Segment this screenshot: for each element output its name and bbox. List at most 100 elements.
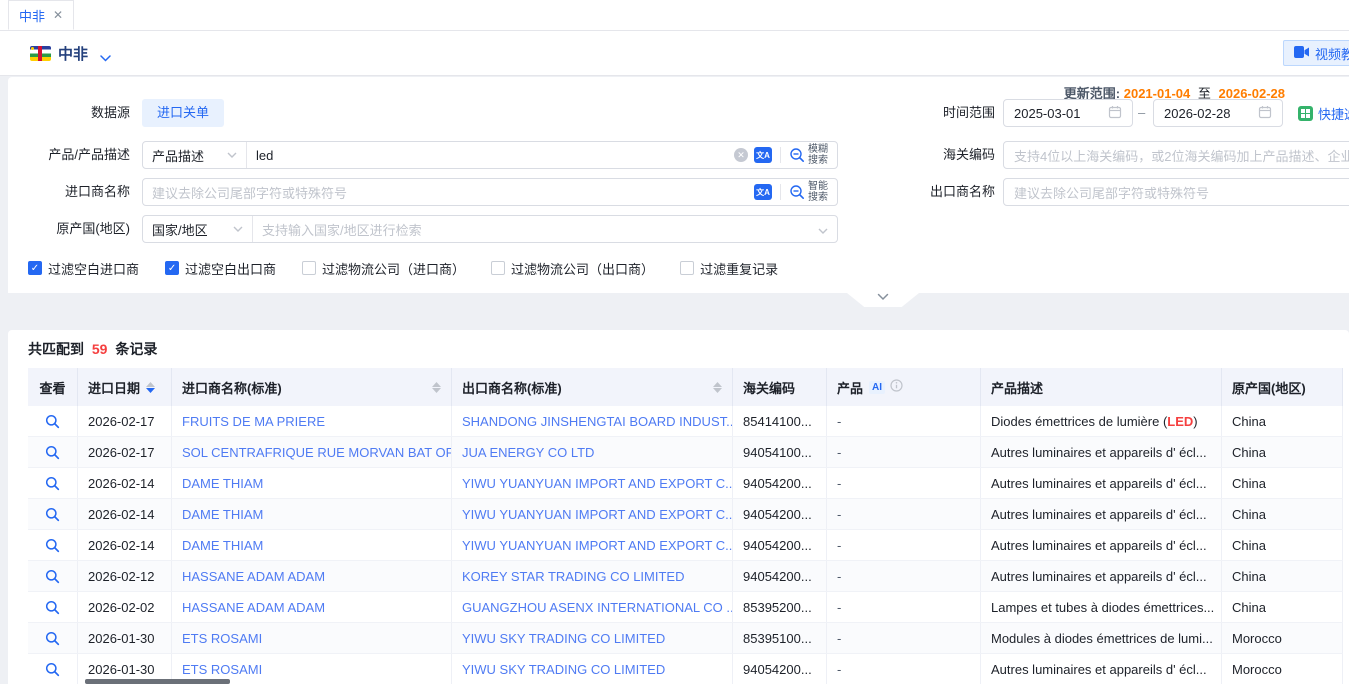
result-count-number: 59 bbox=[92, 341, 108, 357]
checkbox-box[interactable]: ✓ bbox=[165, 261, 179, 275]
exporter-input[interactable]: 建议去除公司尾部字符或特殊符号 bbox=[1003, 178, 1349, 206]
view-record-button[interactable] bbox=[28, 468, 77, 498]
view-record-button[interactable] bbox=[28, 406, 77, 436]
result-count-prefix: 共匹配到 bbox=[28, 341, 84, 357]
tab-central-africa[interactable]: 中非 ✕ bbox=[8, 0, 74, 30]
video-tutorial-button[interactable]: 视频教程 bbox=[1283, 40, 1349, 66]
exporter-placeholder: 建议去除公司尾部字符或特殊符号 bbox=[1014, 183, 1209, 202]
table-row: 2026-02-17 FRUITS DE MA PRIERE SHANDONG … bbox=[28, 406, 1343, 437]
app: { "colors": {"accent": "#2468f2", "orang… bbox=[0, 0, 1349, 684]
translate-icon[interactable]: 文A bbox=[754, 184, 772, 200]
importer-link[interactable]: FRUITS DE MA PRIERE bbox=[182, 414, 325, 429]
importer-link[interactable]: HASSANE ADAM ADAM bbox=[182, 600, 325, 615]
product-desc-cell: Autres luminaires et appareils d' écl... bbox=[981, 437, 1222, 467]
import-date-cell: 2026-02-02 bbox=[78, 592, 172, 622]
importer-link[interactable]: ETS ROSAMI bbox=[182, 631, 262, 646]
filter-checkbox[interactable]: ✓ 过滤空白进口商 bbox=[28, 259, 139, 278]
form-row-datasource: 数据源 进口关单 时间范围 2025-03-01 – 2026-02-28 快捷… bbox=[8, 99, 1349, 127]
calendar-icon[interactable] bbox=[1258, 105, 1272, 122]
hs-code-input[interactable]: 支持4位以上海关编码，或2位海关编码加上产品描述、企业名称的 bbox=[1003, 141, 1349, 169]
col-header-import-date[interactable]: 进口日期 bbox=[78, 368, 172, 406]
origin-input[interactable]: 支持输入国家/地区进行检索 bbox=[253, 220, 818, 239]
checkbox-label: 过滤物流公司（进口商） bbox=[322, 259, 465, 278]
filter-checkbox[interactable]: 过滤重复记录 bbox=[680, 259, 778, 278]
translate-icon[interactable]: 文A bbox=[754, 147, 772, 163]
date-to-input[interactable]: 2026-02-28 bbox=[1153, 99, 1283, 127]
info-icon[interactable] bbox=[890, 379, 903, 395]
results-panel: 共匹配到 59 条记录 查看 进口日期 进口商名称(标准) 出口商名称 bbox=[8, 330, 1349, 684]
video-icon bbox=[1294, 46, 1310, 61]
table-row: 2026-02-14 DAME THIAM YIWU YUANYUAN IMPO… bbox=[28, 530, 1343, 561]
search-icon bbox=[45, 600, 60, 615]
exporter-link[interactable]: YIWU SKY TRADING CO LIMITED bbox=[462, 662, 665, 677]
exporter-link[interactable]: KOREY STAR TRADING CO LIMITED bbox=[462, 569, 684, 584]
chevron-down-icon[interactable] bbox=[100, 50, 111, 65]
view-record-button[interactable] bbox=[28, 561, 77, 591]
table-horizontal-scrollbar-thumb[interactable] bbox=[85, 679, 230, 684]
exporter-link[interactable]: YIWU YUANYUAN IMPORT AND EXPORT C... bbox=[462, 507, 733, 522]
importer-link[interactable]: SOL CENTRAFRIQUE RUE MORVAN BAT OF... bbox=[182, 445, 452, 460]
search-icon bbox=[45, 631, 60, 646]
product-type-select[interactable]: 产品描述 bbox=[143, 142, 247, 168]
fuzzy-search-label-line1: 模糊 bbox=[808, 144, 828, 155]
view-record-button[interactable] bbox=[28, 592, 77, 622]
view-record-button[interactable] bbox=[28, 437, 77, 467]
product-ai-cell: - bbox=[827, 530, 981, 560]
view-record-button[interactable] bbox=[28, 530, 77, 560]
filter-checkbox[interactable]: ✓ 过滤空白出口商 bbox=[165, 259, 276, 278]
checkbox-box[interactable] bbox=[680, 261, 694, 275]
chevron-down-icon[interactable] bbox=[818, 222, 837, 237]
time-range-label: 时间范围 bbox=[870, 99, 995, 127]
tab-title: 中非 bbox=[19, 6, 45, 25]
origin-type-select[interactable]: 国家/地区 bbox=[143, 216, 253, 242]
date-from-input[interactable]: 2025-03-01 bbox=[1003, 99, 1133, 127]
importer-link[interactable]: DAME THIAM bbox=[182, 538, 263, 553]
smart-search-button[interactable]: 智能 搜索 bbox=[789, 181, 837, 203]
exporter-link[interactable]: JUA ENERGY CO LTD bbox=[462, 445, 594, 460]
clear-input-icon[interactable]: ✕ bbox=[734, 148, 748, 162]
checkbox-label: 过滤重复记录 bbox=[700, 259, 778, 278]
view-record-button[interactable] bbox=[28, 499, 77, 529]
collapse-panel-handle[interactable] bbox=[847, 293, 919, 307]
exporter-link[interactable]: YIWU YUANYUAN IMPORT AND EXPORT C... bbox=[462, 476, 733, 491]
col-header-exporter[interactable]: 出口商名称(标准) bbox=[452, 368, 733, 406]
filter-checkbox[interactable]: 过滤物流公司（出口商） bbox=[491, 259, 654, 278]
exporter-link[interactable]: SHANDONG JINSHENGTAI BOARD INDUST... bbox=[462, 414, 733, 429]
sort-icon[interactable] bbox=[432, 382, 441, 393]
importer-link[interactable]: DAME THIAM bbox=[182, 476, 263, 491]
importer-link[interactable]: ETS ROSAMI bbox=[182, 662, 262, 677]
col-header-origin: 原产国(地区) bbox=[1222, 368, 1343, 406]
checkbox-box[interactable] bbox=[302, 261, 316, 275]
view-record-button[interactable] bbox=[28, 654, 77, 684]
calendar-icon[interactable] bbox=[1108, 105, 1122, 122]
datasource-import-declaration-button[interactable]: 进口关单 bbox=[142, 99, 224, 127]
importer-input[interactable]: 建议去除公司尾部字符或特殊符号 bbox=[143, 183, 754, 202]
filter-checkbox[interactable]: 过滤物流公司（进口商） bbox=[302, 259, 465, 278]
product-desc-cell: Lampes et tubes à diodes émettrices... bbox=[981, 592, 1222, 622]
checkbox-box[interactable]: ✓ bbox=[28, 261, 42, 275]
col-header-importer[interactable]: 进口商名称(标准) bbox=[172, 368, 452, 406]
origin-country-cell: China bbox=[1222, 437, 1343, 467]
view-record-button[interactable] bbox=[28, 623, 77, 653]
product-ai-cell: - bbox=[827, 623, 981, 653]
product-ai-cell: - bbox=[827, 499, 981, 529]
result-count-suffix: 条记录 bbox=[115, 341, 157, 357]
date-range-separator: – bbox=[1138, 99, 1145, 127]
exporter-link[interactable]: GUANGZHOU ASENX INTERNATIONAL CO ... bbox=[462, 600, 733, 615]
checkbox-box[interactable] bbox=[491, 261, 505, 275]
product-ai-cell: - bbox=[827, 437, 981, 467]
exporter-link[interactable]: YIWU YUANYUAN IMPORT AND EXPORT C... bbox=[462, 538, 733, 553]
fuzzy-search-button[interactable]: 模糊 搜索 bbox=[789, 144, 837, 166]
sort-icon[interactable] bbox=[713, 382, 722, 393]
quick-select-button[interactable]: 快捷选择 bbox=[1298, 99, 1349, 127]
smart-search-label-line1: 智能 bbox=[808, 181, 828, 192]
hs-code-cell: 85395100... bbox=[733, 623, 827, 653]
country-selector-label[interactable]: 中非 bbox=[58, 43, 88, 64]
exporter-link[interactable]: YIWU SKY TRADING CO LIMITED bbox=[462, 631, 665, 646]
close-icon[interactable]: ✕ bbox=[53, 8, 63, 22]
product-search-input[interactable]: led bbox=[247, 148, 734, 163]
importer-link[interactable]: HASSANE ADAM ADAM bbox=[182, 569, 325, 584]
sort-icon-desc-active[interactable] bbox=[146, 382, 155, 393]
importer-link[interactable]: DAME THIAM bbox=[182, 507, 263, 522]
table-row: 2026-01-30 ETS ROSAMI YIWU SKY TRADING C… bbox=[28, 623, 1343, 654]
